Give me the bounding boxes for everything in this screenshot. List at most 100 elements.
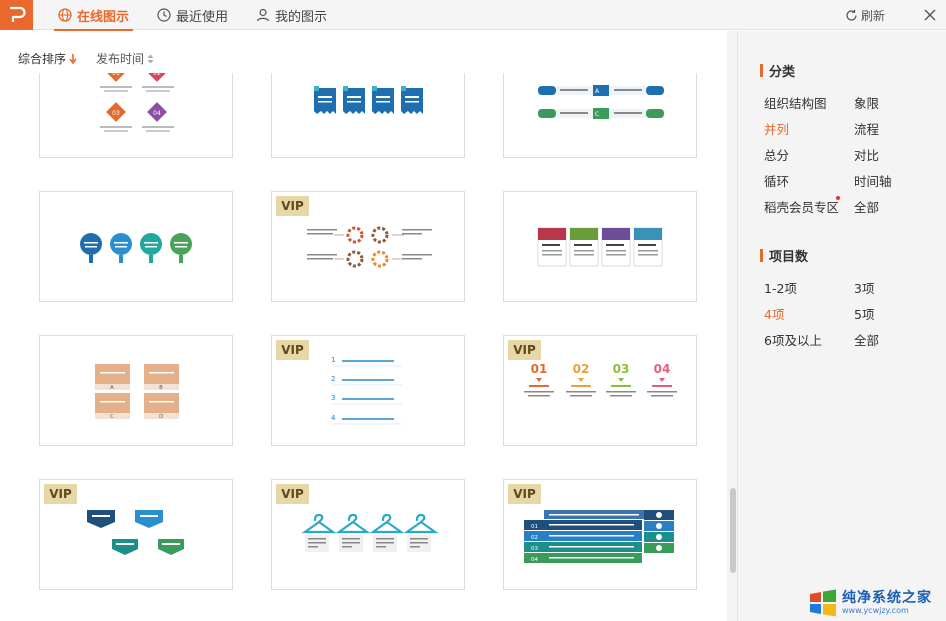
column-cards-thumbnail <box>537 227 663 267</box>
template-card[interactable] <box>503 191 697 302</box>
box-letter: D <box>159 414 163 420</box>
template-card[interactable] <box>271 73 465 158</box>
category-option[interactable]: 稻壳会员专区 <box>764 197 839 216</box>
step-number: 04 <box>654 362 671 376</box>
template-card[interactable]: VIP <box>271 479 465 590</box>
list-number: 3 <box>331 394 335 402</box>
count-option[interactable]: 6项及以上 <box>764 330 822 349</box>
diamond-label: 03 <box>112 110 120 117</box>
template-card[interactable]: 1 2 3 4 VIP <box>271 335 465 446</box>
sort-composite-label: 综合排序 <box>18 52 67 66</box>
diamond-label: 02 <box>153 73 161 77</box>
watermark-title: 纯净系统之家 <box>842 589 932 606</box>
vip-badge: VIP <box>276 340 309 360</box>
count-option[interactable]: 1-2项 <box>764 278 797 297</box>
category-section-title: 分类 <box>760 61 795 80</box>
bar-number: 03 <box>531 546 538 552</box>
wps-p-logo-icon <box>9 6 26 22</box>
count-option[interactable]: 5项 <box>854 304 874 323</box>
row-letter: C <box>595 111 599 118</box>
tab-my-diagrams[interactable]: 我的图示 <box>256 0 327 30</box>
count-option[interactable]: 4项 <box>764 304 784 323</box>
clock-icon <box>157 8 171 22</box>
category-option[interactable]: 流程 <box>854 119 879 138</box>
count-title: 项目数 <box>769 250 809 265</box>
refresh-button[interactable]: 刷新 <box>845 0 885 30</box>
bar-number: 04 <box>531 557 538 563</box>
vip-badge: VIP <box>508 484 541 504</box>
template-card[interactable]: 01 02 03 04 VIP <box>503 335 697 446</box>
count-section-title: 项目数 <box>760 246 808 265</box>
scrollbar-thumb[interactable] <box>730 488 736 573</box>
category-option[interactable]: 组织结构图 <box>764 93 827 112</box>
section-marker <box>760 249 763 262</box>
new-badge-dot <box>836 196 840 200</box>
refresh-icon <box>846 9 857 21</box>
ticket-tags-thumbnail <box>314 86 423 114</box>
sort-date-button[interactable]: 发布时间 <box>96 50 154 67</box>
labeled-rows-thumbnail: A C <box>538 85 664 119</box>
sort-composite-button[interactable]: 综合排序 <box>18 50 77 67</box>
windows-logo-icon <box>810 589 836 616</box>
filter-sidebar: 分类 组织结构图 象限 并列 流程 总分 对比 循环 时间轴 稻壳会员专区 全部… <box>737 31 946 621</box>
diamond-label: 01 <box>112 73 120 77</box>
box-letter: B <box>159 385 163 391</box>
category-option[interactable]: 对比 <box>854 145 879 164</box>
tab-online-diagrams[interactable]: 在线图示 <box>53 0 134 31</box>
box-letter: A <box>110 385 114 391</box>
vip-badge: VIP <box>276 484 309 504</box>
category-option[interactable]: 总分 <box>764 145 789 164</box>
template-card[interactable]: A C <box>503 73 697 158</box>
step-number: 03 <box>613 362 630 376</box>
diamond-list-thumbnail: 01 02 03 04 <box>100 73 174 132</box>
step-number: 02 <box>573 362 590 376</box>
template-card[interactable]: VIP <box>39 479 233 590</box>
tan-boxes-thumbnail: A B C D <box>95 364 179 420</box>
step-number: 01 <box>531 362 548 376</box>
bar-number: 02 <box>531 535 538 541</box>
diamond-label: 04 <box>153 110 161 117</box>
tab-recent[interactable]: 最近使用 <box>157 0 228 30</box>
category-title: 分类 <box>769 65 796 80</box>
template-card[interactable]: VIP <box>271 191 465 302</box>
site-watermark: 纯净系统之家 www.ycwjzy.com <box>808 584 946 621</box>
globe-icon <box>58 8 72 22</box>
refresh-label: 刷新 <box>861 8 886 23</box>
circle-badges-thumbnail <box>80 233 192 263</box>
tab-label: 在线图示 <box>77 9 130 25</box>
top-bar: 在线图示 最近使用 我的图示 刷新 <box>0 0 946 31</box>
template-card[interactable] <box>39 191 233 302</box>
tab-label: 最近使用 <box>176 9 229 25</box>
category-option[interactable]: 时间轴 <box>854 171 892 190</box>
vip-badge: VIP <box>508 340 541 360</box>
count-option[interactable]: 全部 <box>854 330 879 349</box>
category-option[interactable]: 循环 <box>764 171 789 190</box>
list-number: 4 <box>331 414 336 422</box>
category-option[interactable]: 并列 <box>764 119 789 138</box>
watermark-url: www.ycwjzy.com <box>842 605 909 615</box>
list-number: 1 <box>331 356 335 364</box>
watermark-text: 纯净系统之家 www.ycwjzy.com <box>842 591 932 615</box>
category-option[interactable]: 全部 <box>854 197 879 216</box>
bar-number: 01 <box>531 524 538 530</box>
app-window: 在线图示 最近使用 我的图示 刷新 综合排序 发布时间 01 02 03 04 … <box>0 0 946 621</box>
template-grid: 01 02 03 04 A C VIP A B C D 1 2 3 4 VIP … <box>0 73 727 621</box>
close-icon <box>924 9 936 21</box>
template-card[interactable]: 01 02 03 04 <box>39 73 233 158</box>
category-option[interactable]: 象限 <box>854 93 879 112</box>
box-letter: C <box>110 414 114 420</box>
template-card[interactable]: 01 02 03 04 VIP <box>503 479 697 590</box>
app-logo[interactable] <box>0 0 33 30</box>
template-card[interactable]: A B C D <box>39 335 233 446</box>
sort-date-label: 发布时间 <box>96 52 145 66</box>
sort-bar: 综合排序 发布时间 <box>0 31 737 73</box>
vip-badge: VIP <box>44 484 77 504</box>
user-icon <box>256 8 270 22</box>
close-button[interactable] <box>920 5 940 25</box>
list-number: 2 <box>331 375 335 383</box>
vip-badge: VIP <box>276 196 309 216</box>
sort-updown-icon <box>147 54 154 63</box>
count-option[interactable]: 3项 <box>854 278 874 297</box>
arrow-down-icon <box>69 53 77 64</box>
tab-label: 我的图示 <box>275 9 328 25</box>
